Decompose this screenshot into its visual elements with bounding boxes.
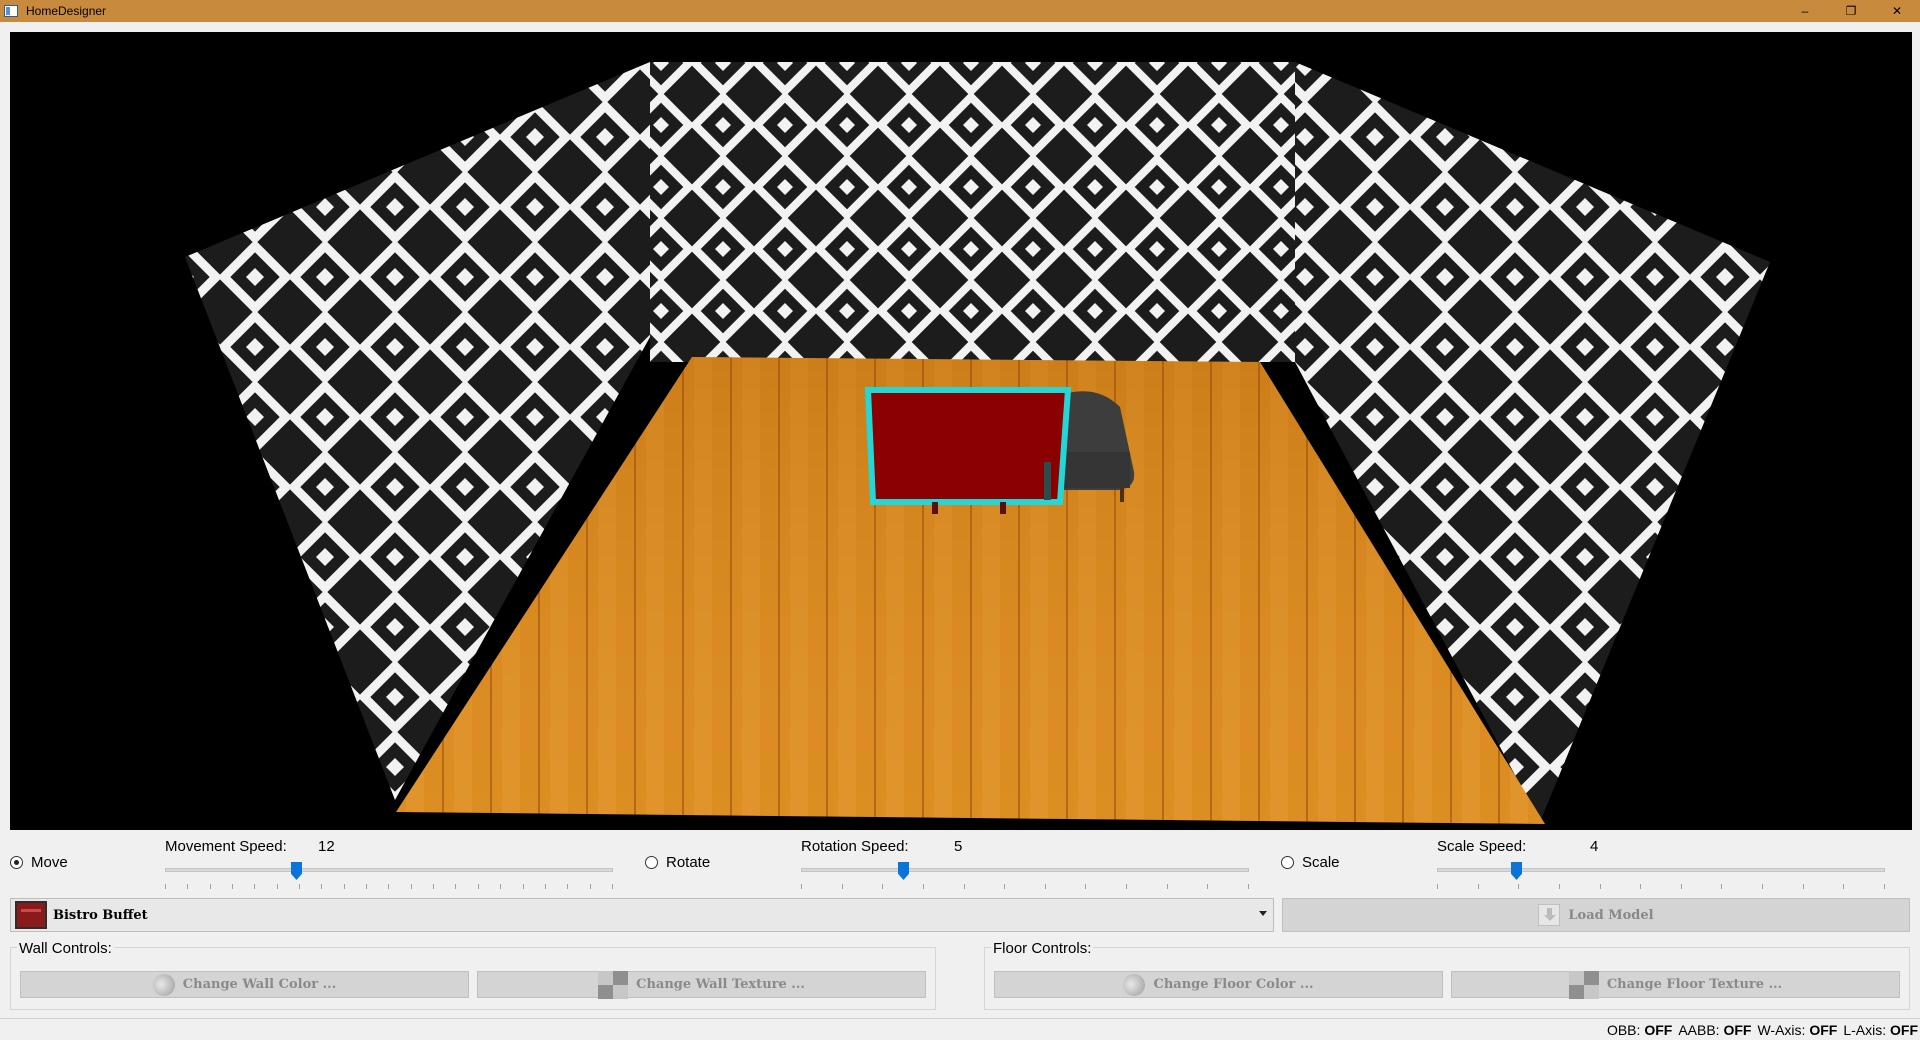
rotation-speed-value: 5 — [954, 838, 963, 855]
title-bar: HomeDesigner – ❐ ✕ — [0, 0, 1920, 22]
back-wall — [650, 62, 1295, 362]
change-wall-color-button[interactable]: Change Wall Color ... — [20, 969, 469, 1000]
rotate-label: Rotate — [666, 854, 711, 871]
chevron-down-icon[interactable] — [1259, 911, 1267, 916]
laxis-status: L-Axis: OFF — [1843, 1022, 1918, 1038]
slider-track — [1437, 868, 1885, 872]
slider-track — [801, 868, 1249, 872]
change-floor-color-button[interactable]: Change Floor Color ... — [994, 969, 1443, 1000]
rotation-speed-slider[interactable] — [801, 862, 1249, 889]
slider-handle[interactable] — [291, 862, 302, 880]
rotate-radio[interactable]: Rotate — [645, 854, 710, 871]
room-scene[interactable] — [10, 32, 1912, 830]
close-button[interactable]: ✕ — [1874, 0, 1920, 22]
change-floor-texture-button[interactable]: Change Floor Texture ... — [1451, 970, 1900, 999]
movement-speed-slider[interactable] — [165, 862, 613, 889]
paint-brush-icon — [148, 969, 179, 1000]
status-bar: OBB: OFF AABB: OFF W-Axis: OFF L-Axis: O… — [0, 1018, 1920, 1040]
change-floor-color-label: Change Floor Color ... — [1153, 977, 1314, 992]
move-radio-indicator[interactable] — [10, 856, 23, 869]
status-flags: OBB: OFF AABB: OFF W-Axis: OFF L-Axis: O… — [1607, 1022, 1918, 1038]
movement-speed-label: Movement Speed: — [165, 838, 287, 855]
slider-ticks — [165, 884, 613, 889]
window-title: HomeDesigner — [26, 4, 107, 18]
load-model-button[interactable]: Load Model — [1282, 898, 1910, 932]
maximize-button[interactable]: ❐ — [1828, 0, 1874, 22]
model-select[interactable]: Bistro Buffet — [10, 898, 1274, 932]
change-wall-color-label: Change Wall Color ... — [182, 977, 337, 992]
scale-speed-label: Scale Speed: — [1437, 838, 1527, 855]
minimize-button[interactable]: – — [1782, 0, 1828, 22]
rotation-speed-label: Rotation Speed: — [801, 838, 909, 855]
scale-speed-value: 4 — [1590, 838, 1599, 855]
load-model-label: Load Model — [1568, 907, 1654, 923]
wall-controls-title: Wall Controls: — [17, 940, 114, 957]
slider-ticks — [801, 884, 1249, 889]
slider-ticks — [1437, 884, 1885, 889]
rotate-radio-indicator[interactable] — [645, 856, 658, 869]
slider-handle[interactable] — [1511, 862, 1522, 880]
change-floor-texture-label: Change Floor Texture ... — [1606, 977, 1783, 992]
texture-icon — [1568, 970, 1599, 999]
move-label: Move — [31, 854, 68, 871]
change-wall-texture-label: Change Wall Texture ... — [636, 977, 805, 992]
floor-controls-title: Floor Controls: — [991, 940, 1094, 957]
app-icon — [4, 5, 18, 17]
move-radio[interactable]: Move — [10, 854, 68, 871]
slider-handle[interactable] — [898, 862, 909, 880]
model-select-value: Bistro Buffet — [53, 907, 148, 923]
waxis-status: W-Axis: OFF — [1757, 1022, 1838, 1038]
texture-icon — [598, 970, 629, 999]
scale-radio[interactable]: Scale — [1281, 854, 1340, 871]
bistro-buffet-thumbnail-icon — [15, 901, 47, 929]
change-wall-texture-button[interactable]: Change Wall Texture ... — [477, 970, 926, 999]
transform-controls: Move Movement Speed: 12 Rotate Rotation … — [0, 832, 1920, 892]
slider-track — [165, 868, 613, 872]
aabb-status: AABB: OFF — [1678, 1022, 1752, 1038]
scale-label: Scale — [1302, 854, 1340, 871]
scale-speed-slider[interactable] — [1437, 862, 1885, 889]
paint-brush-icon — [1119, 969, 1150, 1000]
obb-status: OBB: OFF — [1606, 1022, 1673, 1038]
scale-radio-indicator[interactable] — [1281, 856, 1294, 869]
window-buttons: – ❐ ✕ — [1782, 0, 1920, 22]
download-icon — [1538, 904, 1561, 926]
movement-speed-value: 12 — [318, 838, 335, 855]
bistro-buffet-model[interactable] — [864, 387, 1072, 514]
3d-viewport[interactable] — [10, 32, 1912, 830]
